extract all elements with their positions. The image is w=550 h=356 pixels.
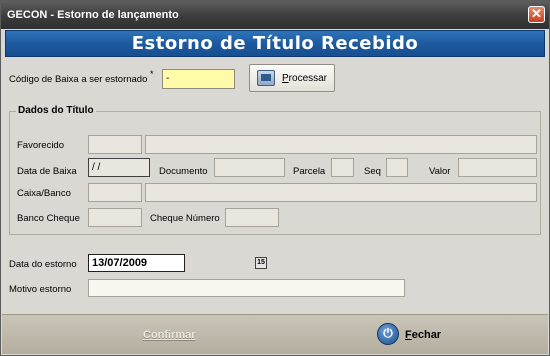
title-bar: GECON - Estorno de lançamento ✕ (1, 1, 549, 29)
banco-cheque-label: Banco Cheque (17, 213, 80, 224)
caixa-banco-label: Caixa/Banco (17, 188, 71, 199)
confirmar-button[interactable]: Confirmar (143, 329, 196, 341)
data-estorno-value: 13/07/2009 (92, 257, 148, 269)
processar-button[interactable]: Processar (249, 64, 335, 92)
window-title: GECON - Estorno de lançamento (7, 9, 179, 21)
close-icon[interactable]: ✕ (528, 6, 545, 23)
data-baixa-label: Data de Baixa (17, 166, 77, 177)
documento-label: Documento (159, 166, 208, 177)
motivo-estorno-label: Motivo estorno (9, 284, 72, 295)
group-title: Dados do Título (16, 105, 96, 116)
favorecido-name-field (145, 135, 537, 154)
fechar-label: Fechar (405, 329, 442, 341)
parcela-label: Parcela (293, 166, 326, 177)
cheque-numero-field (225, 208, 279, 227)
estorno-window: GECON - Estorno de lançamento ✕ Estorno … (0, 0, 550, 356)
valor-field (458, 158, 537, 177)
caixa-banco-name-field (145, 183, 537, 202)
fechar-button[interactable]: ⏻ Fechar (377, 323, 449, 347)
data-estorno-input[interactable]: 13/07/2009 15 (88, 254, 267, 272)
data-baixa-field: / / (88, 158, 150, 177)
data-estorno-label: Data do estorno (9, 259, 77, 270)
page-title: Estorno de Título Recebido (131, 33, 419, 54)
favorecido-label: Favorecido (17, 140, 64, 151)
required-mark: * (150, 69, 154, 79)
footer-bar: Confirmar ⏻ Fechar (2, 314, 548, 354)
power-icon: ⏻ (377, 323, 399, 345)
caixa-banco-code-field (88, 183, 142, 202)
processar-label: Processar (282, 73, 328, 84)
parcela-field (331, 158, 354, 177)
codigo-baixa-input[interactable]: - (162, 69, 235, 89)
documento-field (214, 158, 285, 177)
valor-label: Valor (429, 166, 451, 177)
seq-field (386, 158, 408, 177)
process-icon (257, 70, 275, 86)
cheque-numero-label: Cheque Número (150, 213, 220, 224)
header-banner: Estorno de Título Recebido (5, 30, 545, 57)
banco-cheque-field (88, 208, 142, 227)
calendar-icon[interactable]: 15 (255, 257, 267, 269)
favorecido-code-field (88, 135, 142, 154)
motivo-estorno-input[interactable] (88, 279, 405, 297)
codigo-baixa-label: Código de Baixa a ser estornado (9, 74, 148, 85)
seq-label: Seq (364, 166, 381, 177)
